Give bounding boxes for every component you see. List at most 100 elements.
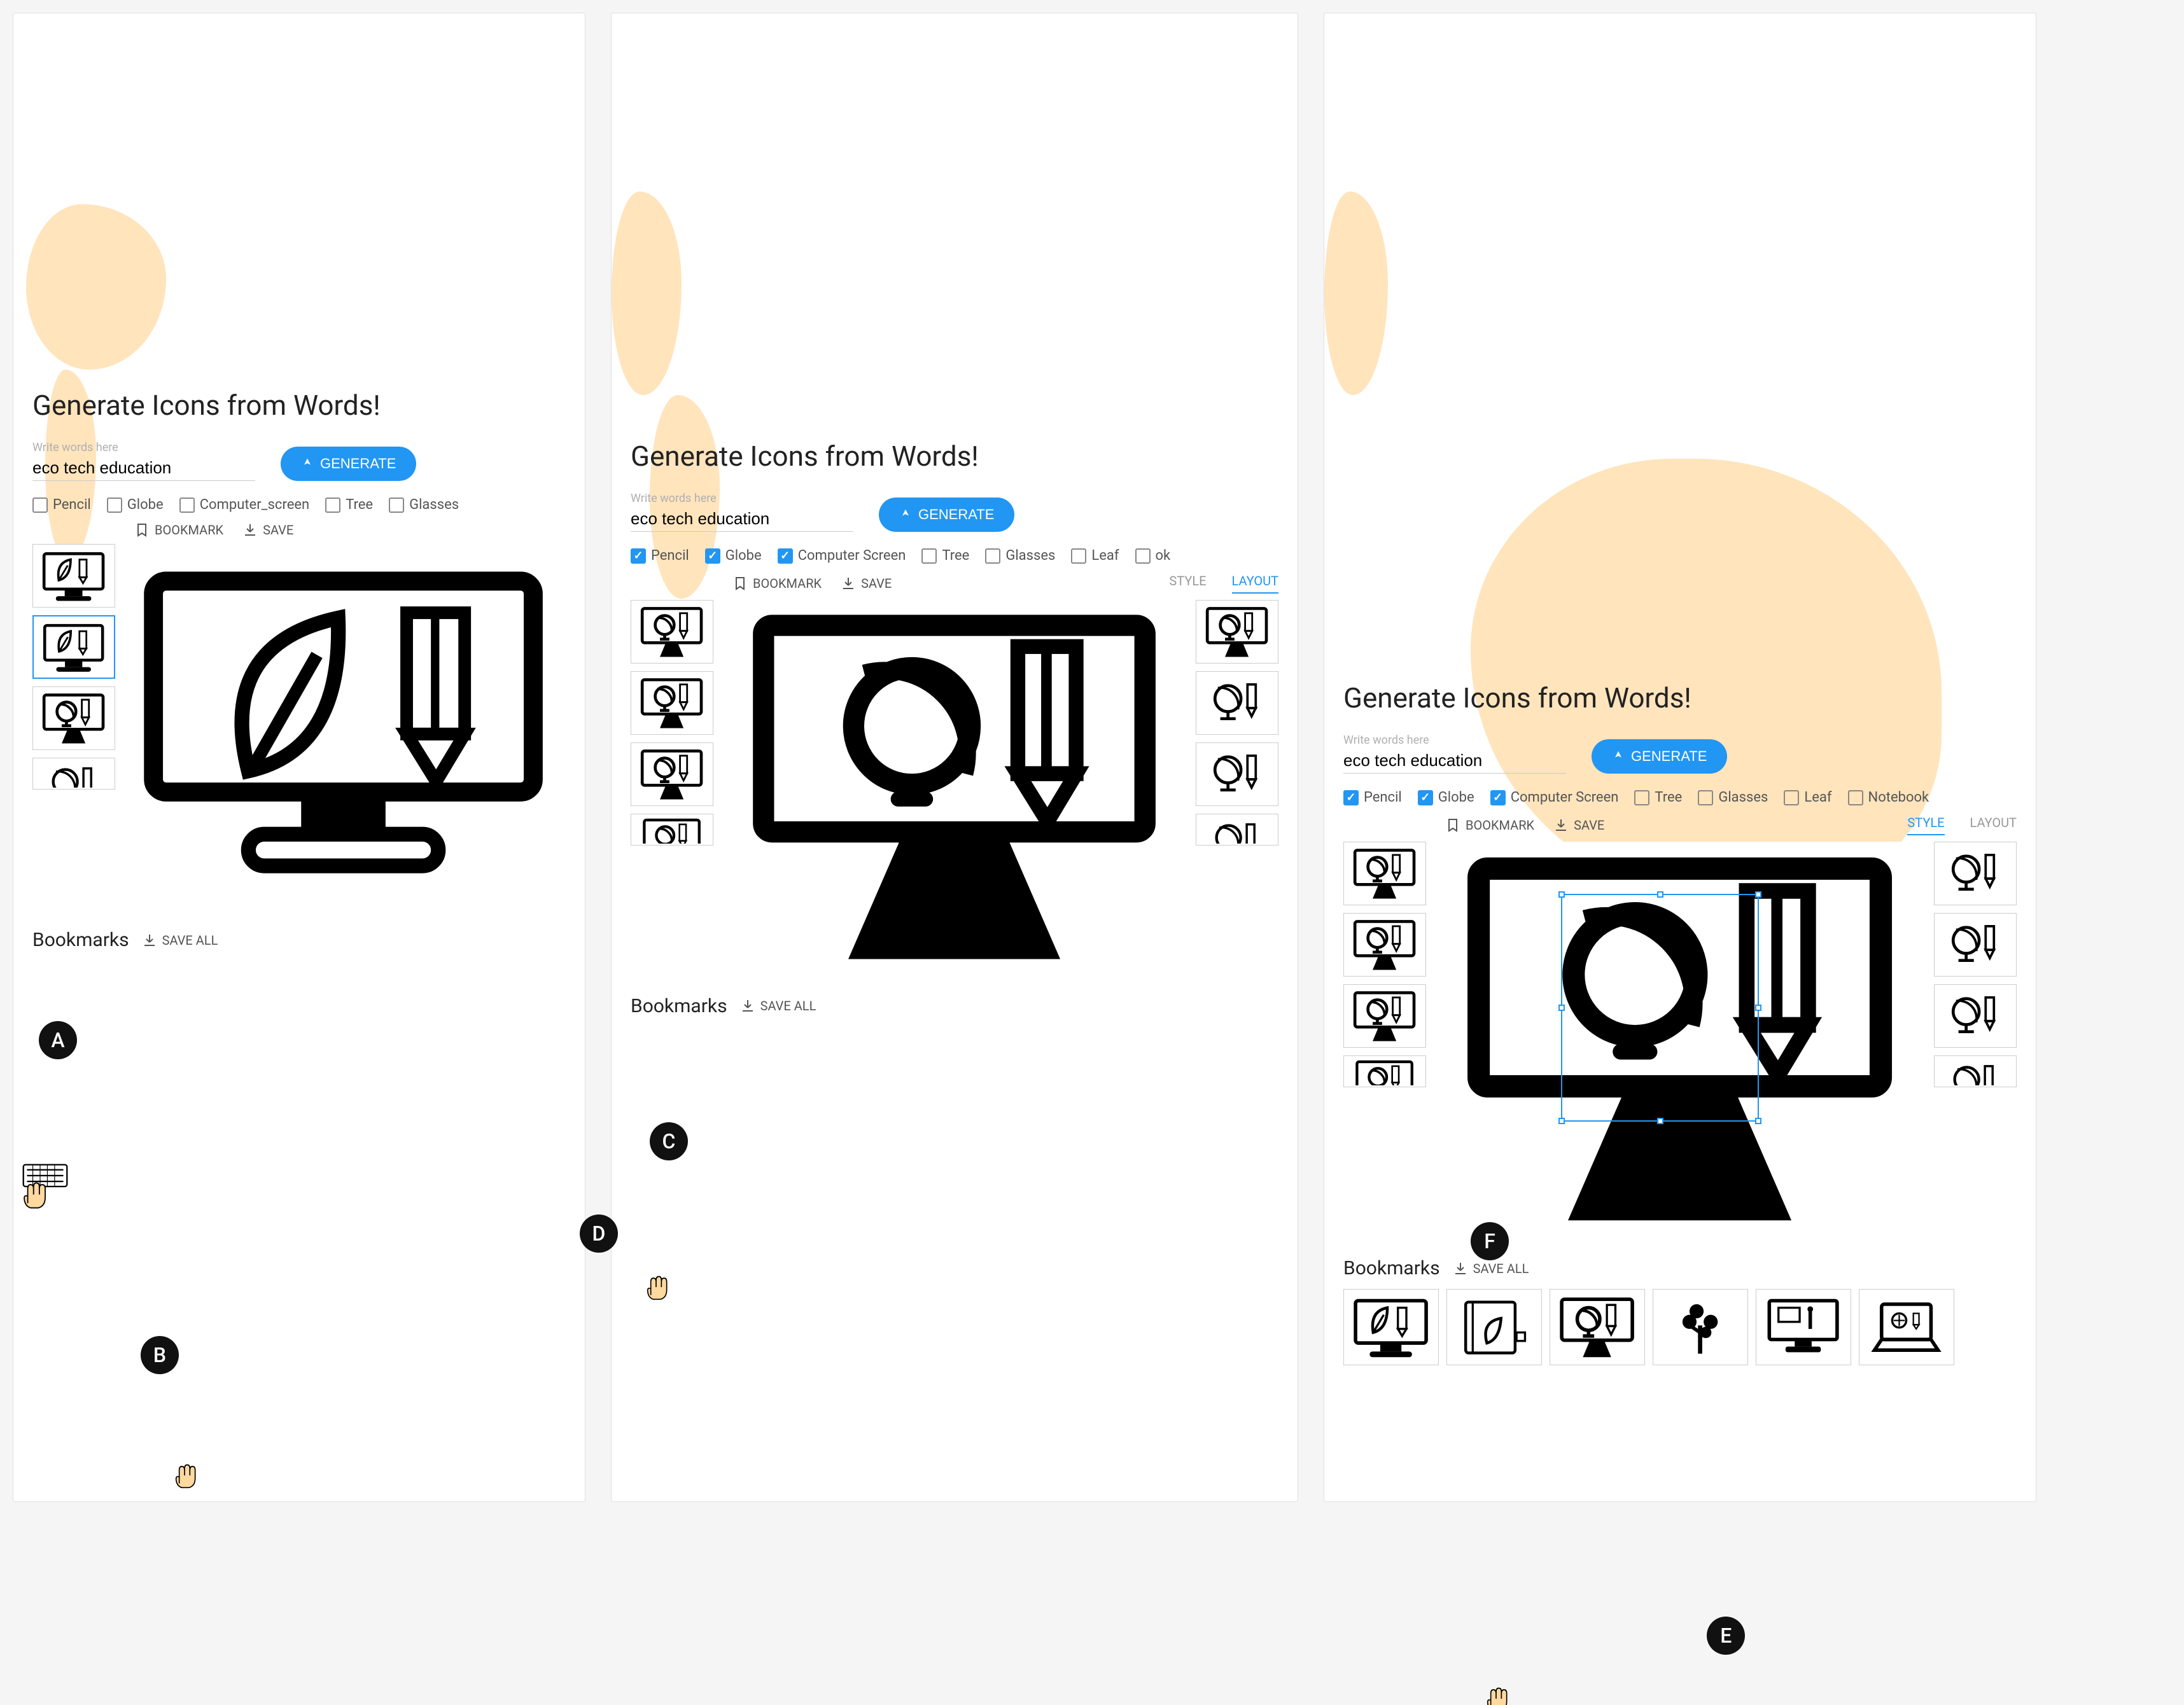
tab-layout[interactable]: LAYOUT xyxy=(1232,573,1278,594)
layout-thumb[interactable] xyxy=(1196,600,1278,664)
bookmark-icon xyxy=(732,576,748,591)
result-thumb[interactable] xyxy=(32,758,115,790)
bookmark-button[interactable]: BOOKMARK xyxy=(732,576,822,591)
result-thumb[interactable] xyxy=(631,671,713,735)
app-title: Generate Icons from Words! xyxy=(32,389,566,422)
download-icon xyxy=(1553,818,1569,833)
send-icon xyxy=(301,457,314,470)
prompt-input[interactable] xyxy=(1343,748,1566,774)
bookmark-thumb[interactable] xyxy=(1446,1289,1542,1365)
bookmark-button[interactable]: BOOKMARK xyxy=(134,522,223,538)
tab-style[interactable]: STYLE xyxy=(1907,815,1944,835)
style-thumb[interactable] xyxy=(1934,1055,2017,1087)
concept-checkbox[interactable]: Glasses xyxy=(1698,790,1768,805)
concept-checkbox[interactable]: Leaf xyxy=(1071,548,1119,564)
style-thumb[interactable] xyxy=(1934,842,2017,905)
save-all-button[interactable]: SAVE ALL xyxy=(1453,1261,1529,1276)
main-canvas[interactable] xyxy=(122,544,566,913)
result-thumb[interactable] xyxy=(32,686,115,750)
download-icon xyxy=(841,576,856,591)
concept-row: Pencil Globe Computer Screen Tree Glasse… xyxy=(631,548,1278,564)
main-canvas[interactable] xyxy=(1432,842,1928,1241)
bookmarks-heading: Bookmarks xyxy=(32,929,129,951)
concept-checkbox[interactable]: Computer_screen xyxy=(179,497,310,513)
result-thumb[interactable] xyxy=(631,814,713,846)
canvas-icon xyxy=(731,609,1177,970)
concept-checkbox[interactable]: Computer Screen xyxy=(778,548,906,564)
bookmark-thumb[interactable] xyxy=(1756,1289,1851,1365)
step-badge-f: F xyxy=(1471,1222,1509,1260)
step-badge-a: A xyxy=(39,1021,77,1059)
layout-thumb[interactable] xyxy=(1196,671,1278,735)
panel-step-cd: Generate Icons from Words! Write words h… xyxy=(611,13,1298,1502)
save-button[interactable]: SAVE xyxy=(841,576,892,591)
result-thumb[interactable] xyxy=(1343,984,1426,1048)
style-thumb[interactable] xyxy=(1934,984,2017,1048)
download-icon xyxy=(1453,1261,1468,1276)
result-thumb[interactable] xyxy=(631,742,713,806)
concept-checkbox[interactable]: Leaf xyxy=(1784,790,1831,805)
style-variants xyxy=(1934,842,2017,1241)
concept-checkbox[interactable]: Pencil xyxy=(32,497,91,513)
canvas-icon xyxy=(132,553,554,904)
result-thumb[interactable] xyxy=(631,600,713,664)
generate-button[interactable]: GENERATE xyxy=(1592,739,1727,774)
bookmark-thumb[interactable] xyxy=(1859,1289,1954,1365)
concept-checkbox[interactable]: Tree xyxy=(921,548,969,564)
layout-thumb[interactable] xyxy=(1196,742,1278,806)
concept-checkbox[interactable]: Glasses xyxy=(389,497,459,513)
concept-checkbox[interactable]: Notebook xyxy=(1848,790,1929,805)
app-title: Generate Icons from Words! xyxy=(1343,681,2017,714)
result-thumbnails xyxy=(32,544,115,913)
selection-box[interactable] xyxy=(1561,894,1759,1122)
save-button[interactable]: SAVE xyxy=(1553,818,1604,833)
prompt-input[interactable] xyxy=(631,506,853,532)
layout-thumb[interactable] xyxy=(1196,814,1278,846)
save-all-button[interactable]: SAVE ALL xyxy=(740,998,816,1013)
hand-cursor-icon xyxy=(1480,1677,1512,1705)
bookmark-icon xyxy=(1445,818,1460,833)
result-thumb[interactable] xyxy=(1343,1055,1426,1087)
bookmark-thumb[interactable] xyxy=(1550,1289,1645,1365)
concept-checkbox[interactable]: Computer Screen xyxy=(1490,790,1619,805)
tab-style[interactable]: STYLE xyxy=(1169,573,1206,594)
concept-checkbox[interactable]: Globe xyxy=(107,497,164,513)
concept-checkbox[interactable]: Pencil xyxy=(631,548,689,564)
save-button[interactable]: SAVE xyxy=(242,522,293,538)
generate-button[interactable]: GENERATE xyxy=(879,498,1014,532)
input-label: Write words here xyxy=(32,441,255,454)
save-all-button[interactable]: SAVE ALL xyxy=(142,933,218,948)
result-thumb[interactable] xyxy=(32,544,115,608)
step-badge-d: D xyxy=(580,1214,618,1253)
bookmarks-grid xyxy=(1343,1289,2017,1365)
bookmark-button[interactable]: BOOKMARK xyxy=(1445,818,1534,833)
concept-row: Pencil Globe Computer Screen Tree Glasse… xyxy=(1343,790,2017,805)
download-icon xyxy=(740,998,755,1013)
download-icon xyxy=(142,933,157,948)
concept-checkbox[interactable]: Tree xyxy=(1634,790,1682,805)
concept-checkbox[interactable]: ok xyxy=(1135,548,1171,564)
input-label: Write words here xyxy=(1343,734,1566,747)
step-badge-c: C xyxy=(650,1122,688,1160)
panel-step-a: Generate Icons from Words! Write words h… xyxy=(13,13,585,1502)
concept-checkbox[interactable]: Glasses xyxy=(985,548,1055,564)
result-thumb[interactable] xyxy=(32,615,115,679)
tab-layout[interactable]: LAYOUT xyxy=(1970,815,2017,835)
prompt-input[interactable] xyxy=(32,456,255,481)
result-thumb[interactable] xyxy=(1343,842,1426,905)
input-label: Write words here xyxy=(631,492,853,505)
step-badge-b: B xyxy=(141,1336,179,1374)
style-thumb[interactable] xyxy=(1934,913,2017,977)
main-canvas[interactable] xyxy=(720,600,1189,979)
step-badge-e: E xyxy=(1707,1617,1745,1655)
concept-checkbox[interactable]: Globe xyxy=(705,548,762,564)
result-thumb[interactable] xyxy=(1343,913,1426,977)
download-icon xyxy=(242,522,258,538)
concept-checkbox[interactable]: Globe xyxy=(1418,790,1474,805)
generate-button[interactable]: GENERATE xyxy=(281,447,416,481)
bookmark-thumb[interactable] xyxy=(1653,1289,1748,1365)
concept-checkbox[interactable]: Tree xyxy=(325,497,373,513)
bookmark-thumb[interactable] xyxy=(1343,1289,1439,1365)
app-title: Generate Icons from Words! xyxy=(631,440,1278,473)
concept-checkbox[interactable]: Pencil xyxy=(1343,790,1402,805)
